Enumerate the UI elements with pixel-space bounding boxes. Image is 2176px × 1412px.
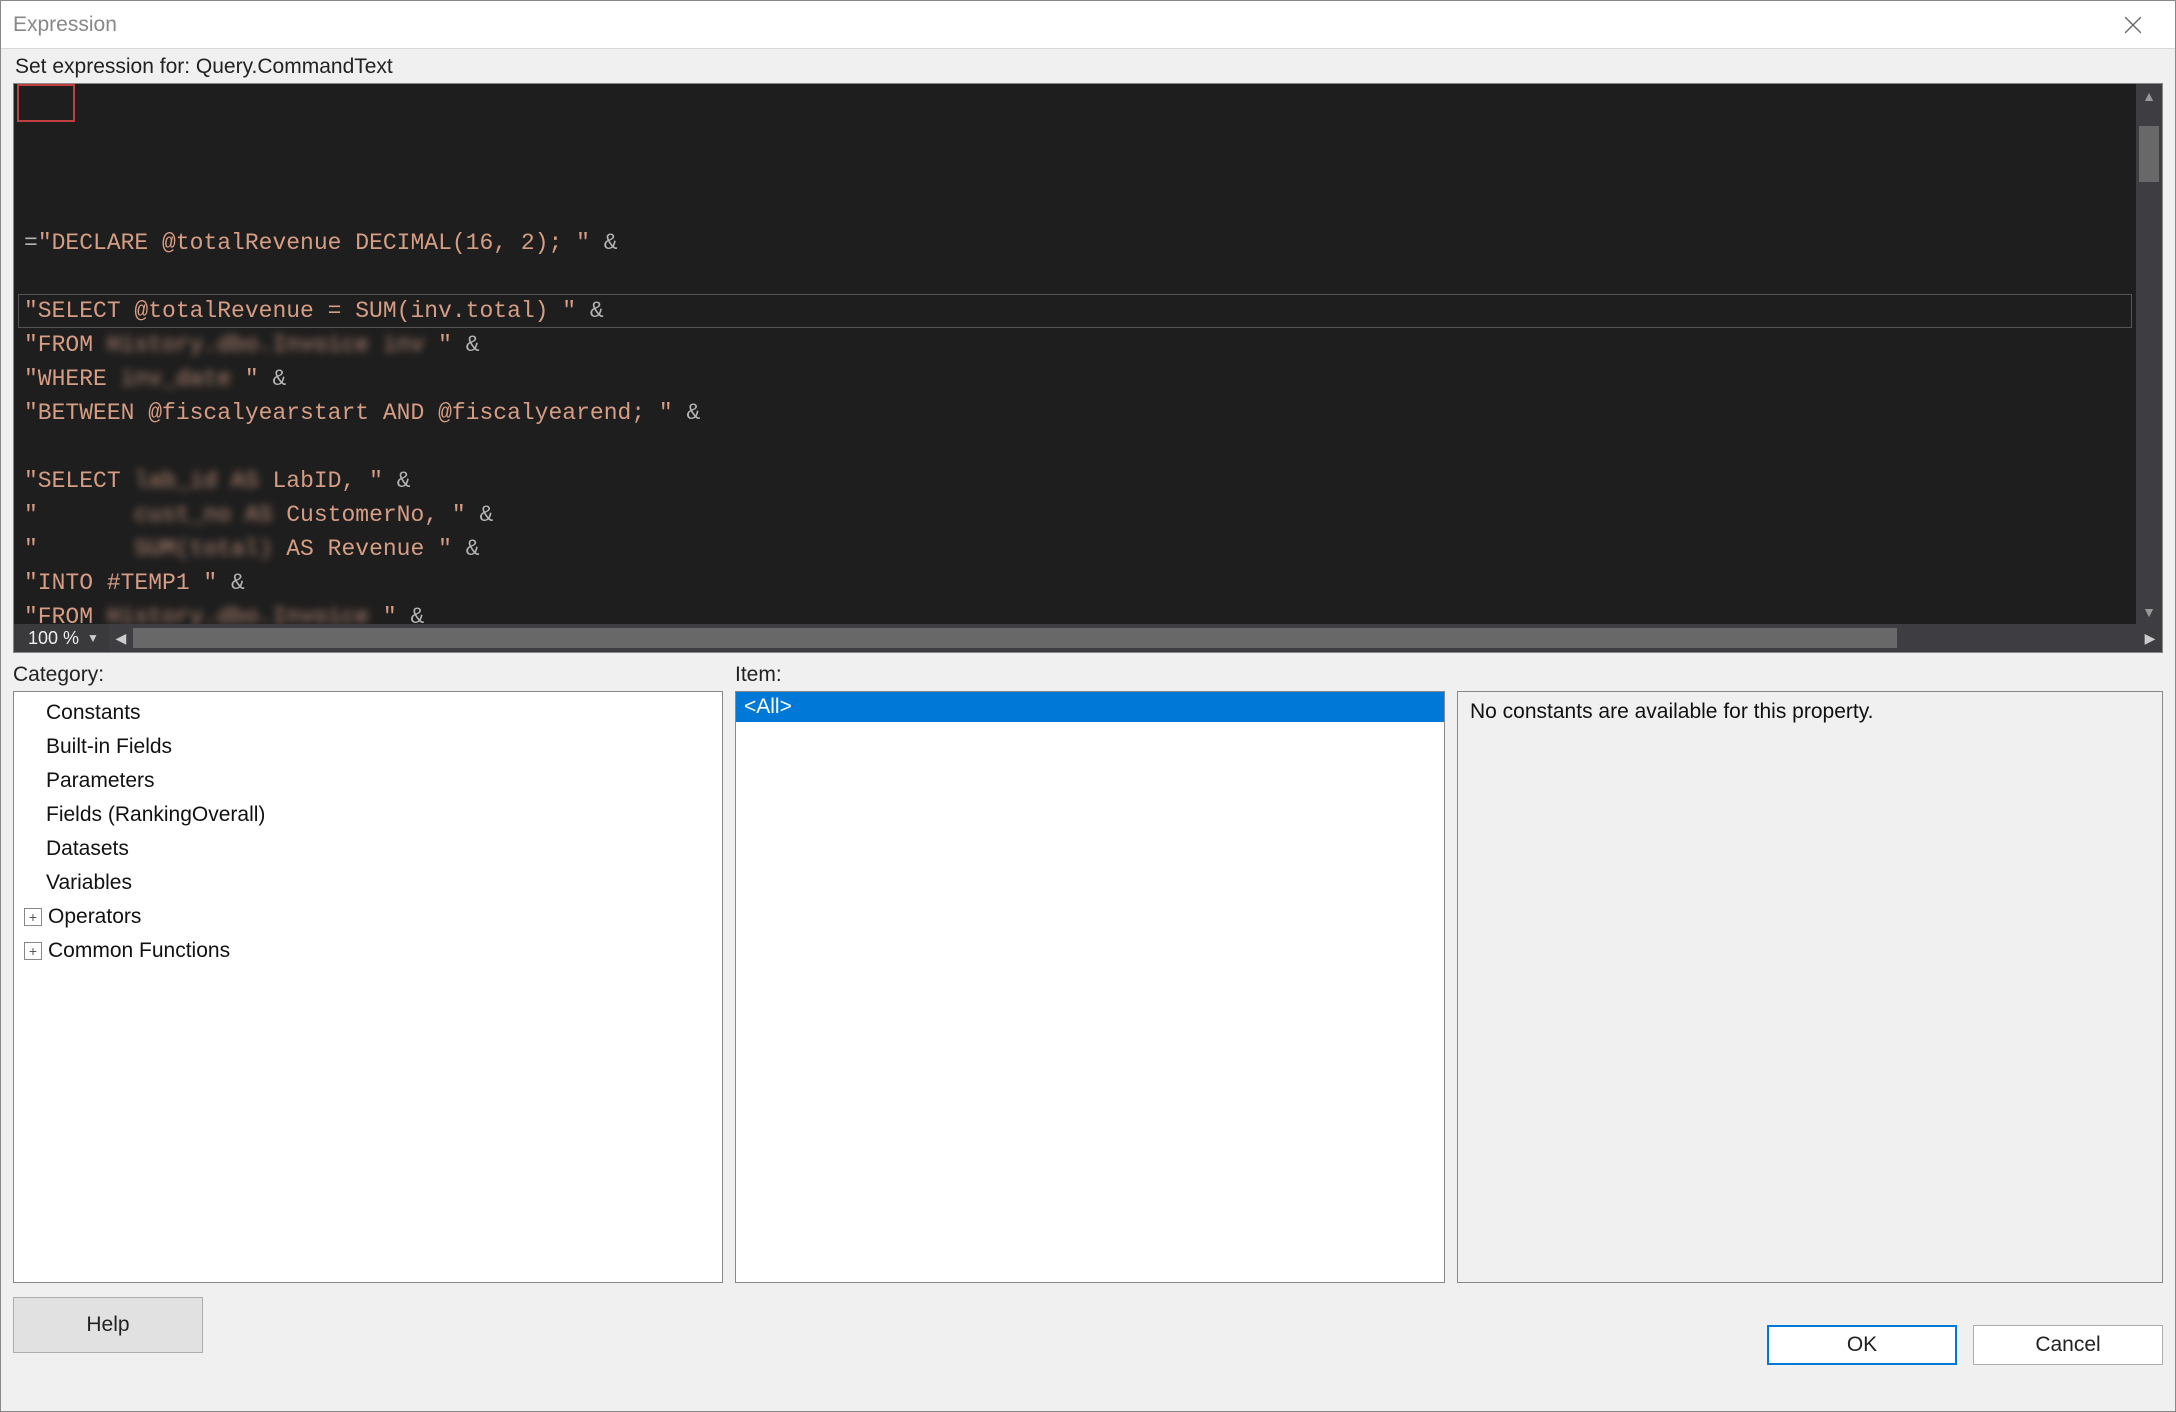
chevron-down-icon: ▼ bbox=[87, 631, 99, 645]
vertical-scrollbar[interactable]: ▲ ▼ bbox=[2136, 84, 2162, 624]
category-item[interactable]: Datasets bbox=[14, 832, 722, 866]
item-list[interactable]: <All> bbox=[735, 691, 1445, 1283]
scroll-track[interactable] bbox=[2136, 108, 2162, 600]
hscroll-track[interactable] bbox=[133, 624, 2138, 652]
item-label: <All> bbox=[744, 695, 792, 719]
code-area[interactable]: ="DECLARE @totalRevenue DECIMAL(16, 2); … bbox=[14, 84, 2136, 624]
close-button[interactable] bbox=[2103, 1, 2163, 48]
code-line: "INTO #TEMP1 " & bbox=[24, 566, 2130, 600]
code-line: " SUM(total) AS Revenue " & bbox=[24, 532, 2130, 566]
code-line: "WHERE inv_date " & bbox=[24, 362, 2130, 396]
description-panel: No constants are available for this prop… bbox=[1457, 691, 2163, 1283]
scroll-up-arrow-icon[interactable]: ▲ bbox=[2136, 84, 2162, 108]
description-label-spacer bbox=[1457, 663, 2163, 691]
category-label-text: Constants bbox=[46, 701, 141, 725]
help-button[interactable]: Help bbox=[13, 1297, 203, 1353]
scroll-right-arrow-icon[interactable]: ▶ bbox=[2138, 624, 2162, 652]
help-button-label: Help bbox=[86, 1313, 129, 1337]
category-item[interactable]: + Common Functions bbox=[14, 934, 722, 968]
category-label-text: Built-in Fields bbox=[46, 735, 172, 759]
horizontal-scrollbar[interactable]: ◀ ▶ bbox=[109, 624, 2162, 652]
editor-footer: 100 % ▼ ◀ ▶ bbox=[14, 624, 2162, 652]
category-label-text: Operators bbox=[48, 905, 141, 929]
zoom-dropdown[interactable]: 100 % ▼ bbox=[14, 628, 109, 649]
code-line: "FROM History.dbo.Invoice " & bbox=[24, 600, 2130, 624]
code-line bbox=[24, 430, 2130, 464]
close-icon bbox=[2124, 16, 2142, 34]
cancel-button-label: Cancel bbox=[2035, 1333, 2100, 1357]
expand-icon[interactable]: + bbox=[24, 908, 42, 926]
item-row[interactable]: <All> bbox=[736, 692, 1444, 722]
category-item[interactable]: Constants bbox=[14, 696, 722, 730]
category-label: Category: bbox=[13, 663, 723, 691]
titlebar: Expression bbox=[1, 1, 2175, 49]
window-title: Expression bbox=[13, 13, 117, 37]
code-line bbox=[24, 260, 2130, 294]
scroll-thumb[interactable] bbox=[2139, 126, 2159, 182]
category-item[interactable]: Variables bbox=[14, 866, 722, 900]
category-item[interactable]: Fields (RankingOverall) bbox=[14, 798, 722, 832]
category-item[interactable]: Built-in Fields bbox=[14, 730, 722, 764]
description-text: No constants are available for this prop… bbox=[1470, 700, 1873, 723]
dialog-button-row: Help OK Cancel bbox=[1, 1283, 2175, 1411]
category-item[interactable]: Parameters bbox=[14, 764, 722, 798]
scroll-left-arrow-icon[interactable]: ◀ bbox=[109, 624, 133, 652]
category-label-text: Common Functions bbox=[48, 939, 230, 963]
category-label-text: Datasets bbox=[46, 837, 129, 861]
error-marker bbox=[17, 84, 75, 122]
code-line: ="DECLARE @totalRevenue DECIMAL(16, 2); … bbox=[24, 226, 2130, 260]
code-line: "FROM History.dbo.Invoice inv " & bbox=[24, 328, 2130, 362]
expression-editor[interactable]: ="DECLARE @totalRevenue DECIMAL(16, 2); … bbox=[13, 83, 2163, 653]
expression-dialog: Expression Set expression for: Query.Com… bbox=[0, 0, 2176, 1412]
zoom-value: 100 % bbox=[28, 628, 79, 649]
ok-button[interactable]: OK bbox=[1767, 1325, 1957, 1365]
expand-icon[interactable]: + bbox=[24, 942, 42, 960]
code-line: "SELECT @totalRevenue = SUM(inv.total) "… bbox=[24, 294, 2130, 328]
expression-for-label: Set expression for: Query.CommandText bbox=[1, 49, 2175, 83]
cancel-button[interactable]: Cancel bbox=[1973, 1325, 2163, 1365]
hscroll-thumb[interactable] bbox=[133, 628, 1897, 648]
scroll-down-arrow-icon[interactable]: ▼ bbox=[2136, 600, 2162, 624]
lower-panels-row: Category: Constants Built-in Fields Para… bbox=[1, 663, 2175, 1283]
code-line: "SELECT lab_id AS LabID, " & bbox=[24, 464, 2130, 498]
category-label-text: Variables bbox=[46, 871, 132, 895]
category-label-text: Fields (RankingOverall) bbox=[46, 803, 265, 827]
code-line: " cust_no AS CustomerNo, " & bbox=[24, 498, 2130, 532]
item-label: Item: bbox=[735, 663, 1445, 691]
ok-button-label: OK bbox=[1847, 1333, 1877, 1357]
category-item[interactable]: + Operators bbox=[14, 900, 722, 934]
code-line: "BETWEEN @fiscalyearstart AND @fiscalyea… bbox=[24, 396, 2130, 430]
category-tree[interactable]: Constants Built-in Fields Parameters Fie… bbox=[13, 691, 723, 1283]
category-label-text: Parameters bbox=[46, 769, 155, 793]
